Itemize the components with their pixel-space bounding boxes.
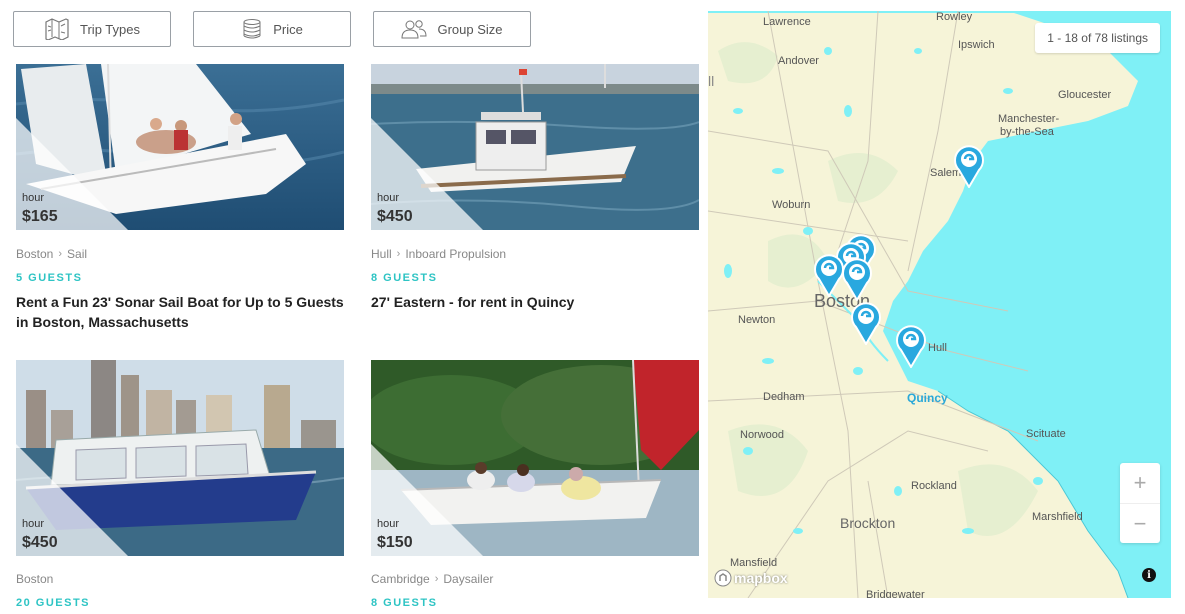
listing-count-badge: 1 - 18 of 78 listings [1035,23,1160,53]
guest-count: 8 GUESTS [371,272,438,284]
map-label: Bridgewater [866,589,925,598]
map-label: ll [708,73,715,89]
chevron-right-icon: › [396,248,401,260]
mapbox-logo[interactable]: mapbox [714,569,788,587]
zoom-control: + − [1120,463,1160,543]
zoom-out-button[interactable]: − [1120,503,1160,544]
price-label: Price [273,21,303,37]
breadcrumb: Cambridge › Daysailer [371,572,699,586]
coins-icon [243,19,261,39]
boat-type-link[interactable]: Inboard Propulsion [405,247,506,261]
boat-type-link[interactable]: Daysailer [443,572,493,586]
trip-types-label: Trip Types [80,21,140,37]
map-icon [45,18,69,40]
map-pin-icon[interactable] [851,301,881,345]
map-label: Norwood [740,429,785,441]
map-pin-icon[interactable] [954,144,984,188]
listing-card[interactable]: hour $150 Cambridge › Daysailer 8 GUESTS [371,360,699,609]
map-label: Hull [928,342,947,354]
map-label: by-the-Sea [1000,126,1054,138]
price-unit: hour [22,192,45,204]
listing-photo-daysailer[interactable]: hour $150 [371,360,699,556]
price-value: $450 [22,534,58,551]
map-label: Mansfield [730,557,778,569]
map-label: Rowley [936,11,973,23]
guest-count: 20 GUESTS [16,597,91,609]
group-size-filter-button[interactable]: Group Size [373,11,531,47]
map-label: Scituate [1026,428,1066,440]
price-value: $150 [377,534,413,551]
map-label: Rockland [911,480,957,492]
location-link[interactable]: Cambridge [371,572,430,586]
chevron-right-icon: › [58,248,63,260]
map-label: Manchester- [998,113,1060,125]
breadcrumb: Boston › Sail [16,247,344,261]
map-label: Brockton [840,515,896,531]
map-label: Dedham [763,391,805,403]
listing-title[interactable]: 27' Eastern - for rent in Quincy [371,292,699,312]
zoom-in-button[interactable]: + [1120,463,1160,503]
listings-map[interactable]: ll Lawrence Rowley Ipswich Andover Glouc… [708,11,1171,598]
location-link[interactable]: Hull [371,247,392,261]
map-label: Ipswich [958,39,995,51]
guest-count: 8 GUESTS [371,597,438,609]
price-value: $450 [377,208,413,225]
location-link[interactable]: Boston [16,247,53,261]
map-pin-icon[interactable] [814,253,844,297]
location-link[interactable]: Boston [16,572,53,586]
mapbox-logo-icon [714,569,732,587]
boat-type-link[interactable]: Sail [67,247,87,261]
guest-count: 5 GUESTS [16,272,83,284]
listing-card[interactable]: hour $450 Boston 20 GUESTS [16,360,344,609]
listing-photo-cabin-boat[interactable]: hour $450 [16,360,344,556]
price-unit: hour [377,518,400,530]
listing-photo-sailboat[interactable]: hour $165 [16,64,344,230]
map-label: Andover [778,55,819,67]
map-label: Newton [738,314,776,326]
listing-card[interactable]: hour $450 Hull › Inboard Propulsion 8 GU… [371,64,699,312]
breadcrumb: Hull › Inboard Propulsion [371,247,699,261]
chevron-right-icon: › [434,573,439,585]
map-label: Quincy [907,391,948,405]
info-icon[interactable]: i [1142,568,1156,582]
listing-card[interactable]: hour $165 Boston › Sail 5 GUESTS Rent a … [16,64,344,332]
map-label: Marshfield [1032,511,1083,523]
breadcrumb: Boston [16,572,344,586]
trip-types-filter-button[interactable]: Trip Types [13,11,171,47]
price-filter-button[interactable]: Price [193,11,351,47]
people-icon [401,20,427,39]
map-pin-icon[interactable] [896,324,926,368]
price-unit: hour [377,192,400,204]
map-pin-icon[interactable] [842,257,872,301]
listing-title[interactable]: Rent a Fun 23' Sonar Sail Boat for Up to… [16,292,344,332]
price-value: $165 [22,208,58,225]
map-label: Lawrence [763,16,811,28]
mapbox-label: mapbox [734,570,788,586]
map-label: Woburn [772,199,811,211]
listing-photo-motorboat[interactable]: hour $450 [371,64,699,230]
group-size-label: Group Size [437,21,503,37]
price-unit: hour [22,518,45,530]
map-label: Gloucester [1058,89,1112,101]
